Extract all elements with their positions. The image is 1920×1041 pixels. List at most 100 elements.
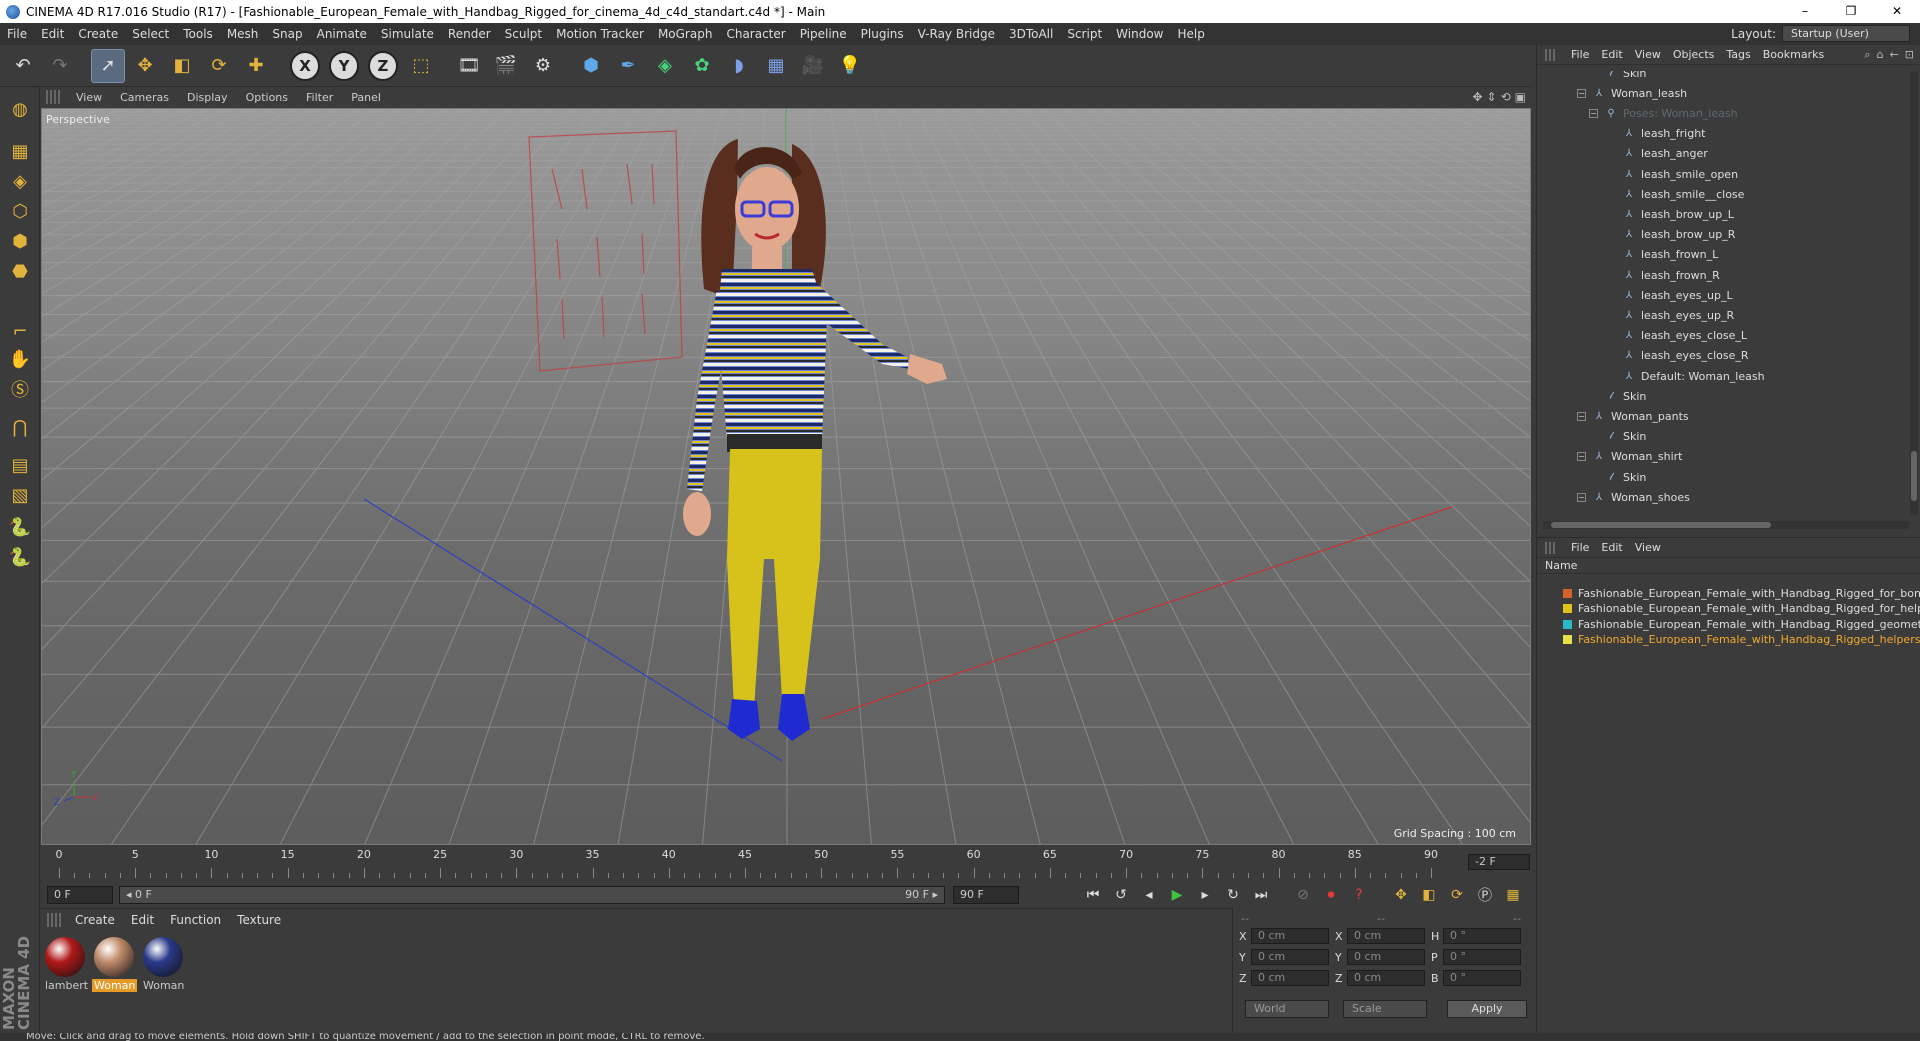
undo-icon[interactable]: ↶ [6,49,40,83]
object-tree-item[interactable]: − ⅄ Woman_shoes [1577,487,1690,507]
magnet-icon[interactable]: ⋂ [4,411,36,443]
panel-grip[interactable] [46,90,60,104]
object-tree-item[interactable]: ⅄ leash_fright [1623,124,1706,144]
record-keys-disabled-icon[interactable]: ⊘ [1291,883,1315,907]
object-tree-item[interactable]: ⅄ leash_frown_R [1623,265,1720,285]
key-scale-icon[interactable]: ◧ [1417,883,1441,907]
coordinate-mode-dropdown[interactable]: World [1245,1000,1329,1018]
layer-color-swatch[interactable] [1563,619,1572,629]
menu-3dtoall[interactable]: 3DToAll [1002,27,1060,41]
viewport-menu-filter[interactable]: Filter [298,91,341,104]
layer-color-swatch[interactable] [1563,589,1572,598]
object-tree-item[interactable]: ⅄ leash_eyes_up_R [1623,305,1734,325]
end-frame-field[interactable]: 90 F [953,886,1019,904]
deformer-icon[interactable]: ◗ [722,49,756,83]
layout-dropdown[interactable]: Startup (User) [1782,25,1910,42]
restore-button[interactable]: ❐ [1828,0,1874,23]
model-mode-icon[interactable]: ◍ [4,93,36,125]
panel-grip[interactable] [1545,541,1557,554]
rotation-field[interactable]: 0 ° [1443,949,1521,965]
current-frame-field[interactable]: -2 F [1468,854,1530,870]
object-tree-item[interactable]: ⅄ leash_frown_L [1623,245,1718,265]
menu-window[interactable]: Window [1109,27,1170,41]
render-view-icon[interactable]: 🎞 [452,49,486,83]
texture-mode-icon[interactable]: ▦ [4,135,36,167]
cube-icon[interactable]: ⬢ [574,49,608,83]
viewport-menu-options[interactable]: Options [238,91,296,104]
material-menu-create[interactable]: Create [67,913,123,927]
object-tree-item[interactable]: 𝓁 Skin [1605,386,1646,406]
size-field[interactable]: 0 cm [1347,970,1425,986]
start-frame-field[interactable]: 0 F [47,886,113,904]
menu-file[interactable]: File [0,27,34,41]
material-swatch[interactable]: Woman [141,937,185,992]
position-field[interactable]: 0 cm [1251,949,1329,965]
expand-toggle-icon[interactable]: − [1577,452,1586,462]
layer-row[interactable]: Fashionable_European_Female_with_Handbag… [1563,632,1920,647]
material-menu-texture[interactable]: Texture [229,913,289,927]
size-field[interactable]: 0 cm [1347,928,1425,944]
expand-toggle-icon[interactable]: − [1577,492,1586,502]
object-tree-item[interactable]: − ⅄ Woman_pants [1577,406,1689,426]
maximize-view-icon[interactable]: ▣ [1515,90,1526,104]
menu-plugins[interactable]: Plugins [854,27,911,41]
layer-color-swatch[interactable] [1563,634,1572,644]
move-icon[interactable]: ✥ [128,49,162,83]
viewport-menu-panel[interactable]: Panel [343,91,389,104]
y-axis-icon[interactable]: Y [329,50,359,81]
menu-tools[interactable]: Tools [176,27,220,41]
orbit-icon[interactable]: ⟲ [1501,90,1511,104]
render-picture-viewer-icon[interactable]: 🎬 [489,49,523,83]
go-to-end-icon[interactable]: ⏭ [1249,883,1273,907]
live-select-icon[interactable]: ➚ [91,48,125,83]
grid-workplane-icon[interactable]: ▧ [4,479,36,511]
menu-animate[interactable]: Animate [310,27,374,41]
expand-toggle-icon[interactable]: − [1589,108,1598,118]
light-icon[interactable]: 💡 [833,49,867,83]
next-frame-icon[interactable]: ▸ [1193,883,1217,907]
menu-pipeline[interactable]: Pipeline [793,27,854,41]
layer-name-column-header[interactable]: Name [1537,558,1920,574]
menu-motion-tracker[interactable]: Motion Tracker [549,27,651,41]
position-field[interactable]: 0 cm [1251,928,1329,944]
next-key-icon[interactable]: ↻ [1221,883,1245,907]
menu-edit[interactable]: Edit [34,27,71,41]
cloner-icon[interactable]: ✿ [685,49,719,83]
snap-icon[interactable]: Ⓢ [4,373,36,405]
pan-icon[interactable]: ✥ [1472,90,1482,104]
panel-grip[interactable] [47,913,61,927]
viewport-menu-view[interactable]: View [68,91,110,104]
woman-character-model[interactable] [642,139,962,829]
edges-mode-icon[interactable]: ⬢ [4,225,36,257]
rotation-field[interactable]: 0 ° [1443,970,1521,986]
go-to-start-icon[interactable]: ⏮ [1081,883,1105,907]
om-menu-bookmarks[interactable]: Bookmarks [1757,48,1830,61]
object-tree-vertical-scrollbar[interactable] [1910,71,1918,515]
expand-toggle-icon[interactable]: − [1577,88,1586,98]
grid-lock-icon[interactable]: ▤ [4,449,36,481]
object-tree-item[interactable]: − ⅄ Woman_leash [1577,83,1687,103]
object-tree-horizontal-scrollbar[interactable] [1543,521,1909,529]
menu-render[interactable]: Render [441,27,498,41]
material-menu-function[interactable]: Function [162,913,229,927]
x-axis-icon[interactable]: X [290,50,320,81]
menu-help[interactable]: Help [1170,27,1211,41]
scale-icon[interactable]: ◧ [165,49,199,83]
preview-range-slider[interactable]: ◂ 0 F 90 F ▸ [119,886,945,904]
viewport-menu-cameras[interactable]: Cameras [112,91,177,104]
menu-mograph[interactable]: MoGraph [651,27,720,41]
camera-icon[interactable]: 🎥 [796,49,830,83]
viewport-menu-display[interactable]: Display [179,91,236,104]
om-menu-file[interactable]: File [1565,48,1595,61]
object-tree-item[interactable]: 𝓁 Skin [1605,427,1646,447]
autokey-icon[interactable]: ? [1347,883,1371,907]
home-icon[interactable]: ⌂ [1877,48,1884,62]
polygons-mode-icon[interactable]: ⬣ [4,255,36,287]
render-settings-icon[interactable]: ⚙ [526,49,560,83]
layer-row[interactable]: Fashionable_European_Female_with_Handbag… [1563,601,1920,616]
material-swatch[interactable]: Woman [92,937,138,992]
panel-grip[interactable] [1545,48,1557,61]
om-menu-objects[interactable]: Objects [1667,48,1721,61]
python-icon[interactable]: 🐍 [4,511,36,543]
apply-button[interactable]: Apply [1447,1000,1527,1018]
